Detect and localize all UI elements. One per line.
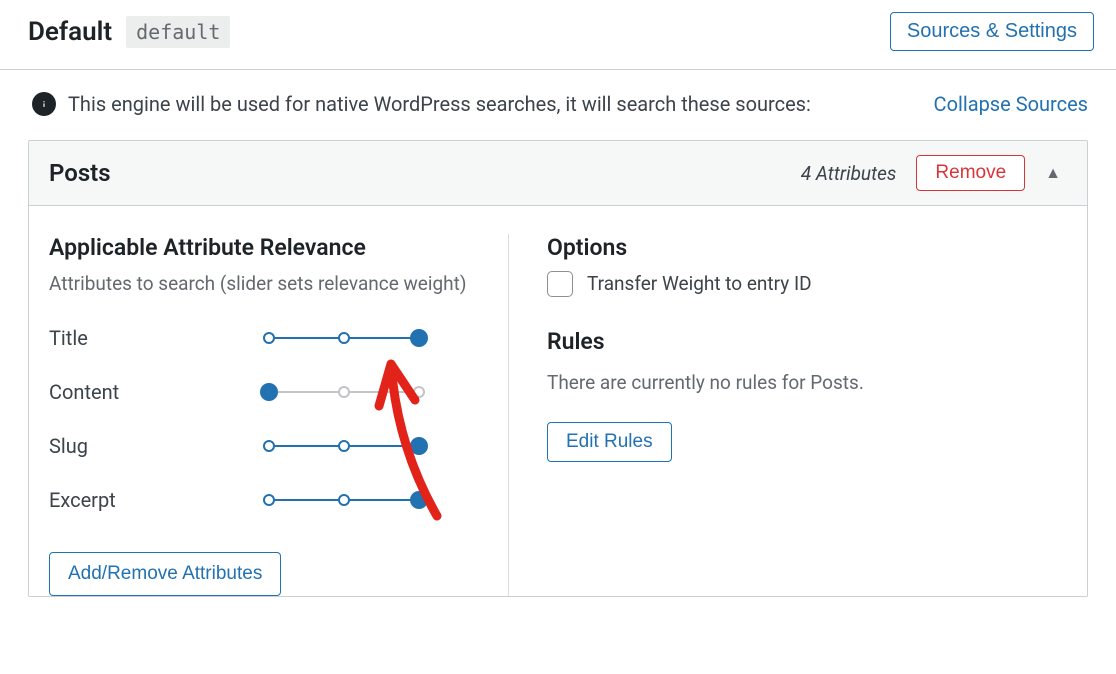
attribute-slider-row: Title (49, 326, 478, 350)
source-panel-title: Posts (49, 159, 111, 187)
engine-slug-tag: default (126, 16, 230, 48)
options-rules-column: Options Transfer Weight to entry ID Rule… (509, 234, 1063, 596)
edit-rules-button[interactable]: Edit Rules (547, 422, 672, 462)
attribute-label: Slug (49, 434, 269, 458)
relevance-slider[interactable] (269, 382, 419, 402)
slider-stop[interactable] (338, 440, 350, 452)
attribute-slider-row: Content (49, 380, 478, 404)
slider-stop[interactable] (263, 332, 275, 344)
sources-settings-button[interactable]: Sources & Settings (890, 12, 1094, 51)
slider-stop[interactable] (260, 383, 278, 401)
slider-stop[interactable] (263, 494, 275, 506)
engine-header-bar: Default default Sources & Settings (0, 0, 1116, 70)
slider-stop[interactable] (263, 440, 275, 452)
engine-title: Default (28, 17, 112, 47)
source-panel-header-right: 4 Attributes Remove ▲ (801, 155, 1061, 191)
attribute-label: Excerpt (49, 488, 269, 512)
attributes-subtitle: Attributes to search (slider sets releva… (49, 269, 478, 298)
collapse-sources-link[interactable]: Collapse Sources (934, 92, 1088, 116)
relevance-slider[interactable] (269, 328, 419, 348)
transfer-weight-checkbox[interactable] (547, 271, 573, 297)
slider-stop[interactable] (338, 494, 350, 506)
collapse-panel-icon[interactable]: ▲ (1045, 163, 1061, 183)
slider-stop[interactable] (410, 437, 428, 455)
slider-stop[interactable] (338, 332, 350, 344)
info-left: This engine will be used for native Word… (32, 92, 811, 116)
slider-stop[interactable] (410, 491, 428, 509)
attributes-column: Applicable Attribute Relevance Attribute… (49, 234, 509, 596)
options-title: Options (547, 234, 1063, 261)
info-row: This engine will be used for native Word… (0, 70, 1116, 132)
add-remove-attributes-button[interactable]: Add/Remove Attributes (49, 552, 281, 596)
rules-title: Rules (547, 328, 1063, 355)
transfer-weight-label: Transfer Weight to entry ID (587, 269, 812, 298)
remove-source-button[interactable]: Remove (916, 155, 1025, 191)
info-icon (32, 92, 56, 116)
attribute-slider-row: Excerpt (49, 488, 478, 512)
source-panel-posts: Posts 4 Attributes Remove ▲ Applicable A… (28, 140, 1088, 597)
relevance-slider[interactable] (269, 436, 419, 456)
slider-stop[interactable] (413, 386, 425, 398)
slider-stop[interactable] (410, 329, 428, 347)
attribute-count: 4 Attributes (801, 162, 897, 185)
source-panel-body: Applicable Attribute Relevance Attribute… (29, 206, 1087, 596)
info-text: This engine will be used for native Word… (68, 92, 811, 116)
transfer-weight-row: Transfer Weight to entry ID (547, 269, 1063, 298)
relevance-slider[interactable] (269, 490, 419, 510)
engine-title-group: Default default (28, 16, 230, 48)
rules-empty-text: There are currently no rules for Posts. (547, 371, 1063, 394)
attribute-label: Title (49, 326, 269, 350)
attribute-slider-row: Slug (49, 434, 478, 458)
attributes-title: Applicable Attribute Relevance (49, 234, 478, 261)
slider-stop[interactable] (338, 386, 350, 398)
source-panel-header: Posts 4 Attributes Remove ▲ (29, 141, 1087, 206)
attribute-label: Content (49, 380, 269, 404)
